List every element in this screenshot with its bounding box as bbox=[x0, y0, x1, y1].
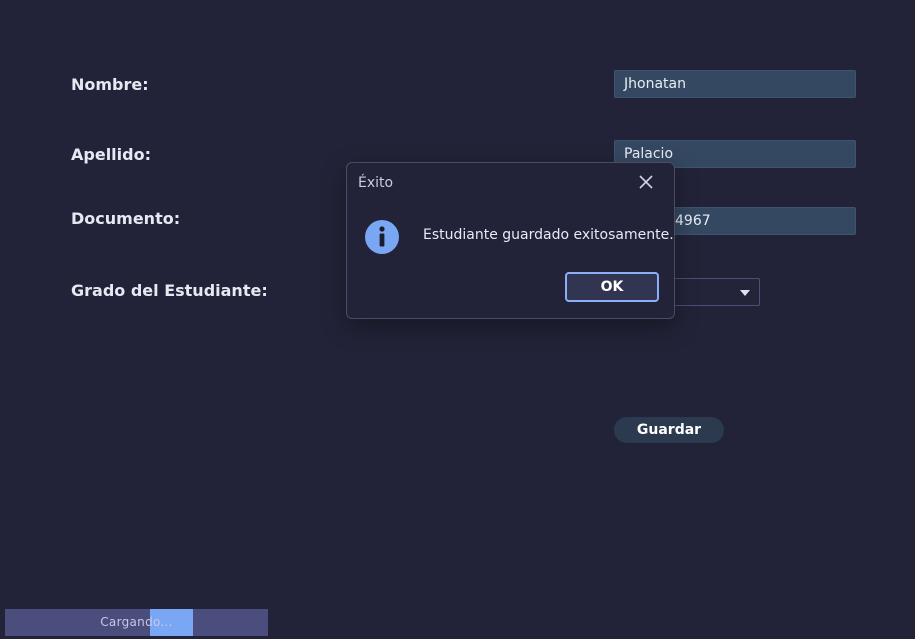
success-dialog: Éxito Estudiante guardado exitosamente. … bbox=[346, 162, 675, 319]
loading-progress-bar: Cargando... bbox=[5, 609, 268, 636]
dialog-title: Éxito bbox=[358, 175, 394, 191]
documento-label: Documento: bbox=[71, 209, 181, 228]
student-form-window: Nombre: Jhonatan Apellido: Palacio Docum… bbox=[0, 0, 915, 639]
chevron-down-icon[interactable] bbox=[740, 290, 750, 296]
save-button[interactable]: Guardar bbox=[614, 417, 724, 443]
ok-button[interactable]: OK bbox=[565, 272, 659, 302]
info-icon bbox=[365, 220, 399, 254]
dialog-message: Estudiante guardado exitosamente. bbox=[423, 227, 674, 243]
apellido-label: Apellido: bbox=[71, 145, 151, 164]
progress-text: Cargando... bbox=[100, 615, 173, 629]
nombre-label: Nombre: bbox=[71, 75, 149, 94]
nombre-input[interactable]: Jhonatan bbox=[614, 70, 856, 98]
grado-label: Grado del Estudiante: bbox=[71, 281, 268, 300]
close-icon[interactable] bbox=[636, 172, 656, 192]
